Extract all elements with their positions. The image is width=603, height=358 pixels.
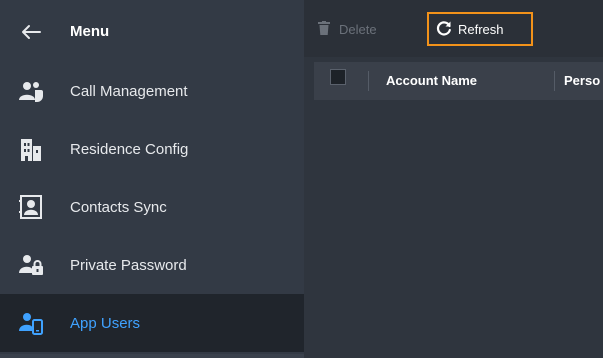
call-users-icon bbox=[18, 79, 44, 105]
main-panel: Delete Refresh Account Name Perso bbox=[304, 0, 603, 358]
sidebar-item-label: App Users bbox=[70, 314, 141, 332]
trash-icon bbox=[318, 20, 330, 38]
refresh-button[interactable]: Refresh bbox=[427, 12, 533, 46]
arrow-left-icon[interactable] bbox=[20, 21, 42, 43]
contact-card-icon bbox=[18, 194, 44, 220]
column-divider bbox=[368, 71, 369, 91]
sidebar: Menu Call Management Residence Config Co… bbox=[0, 0, 304, 358]
sidebar-item-label: Residence Config bbox=[70, 141, 189, 159]
delete-button[interactable]: Delete bbox=[318, 16, 377, 42]
sidebar-item-call-management[interactable]: Call Management bbox=[0, 63, 304, 121]
menu-title: Menu bbox=[70, 23, 110, 40]
column-header-person[interactable]: Perso bbox=[564, 73, 603, 88]
sidebar-item-contacts-sync[interactable]: Contacts Sync bbox=[0, 179, 304, 237]
table-header: Account Name Perso bbox=[314, 62, 603, 100]
column-header-account-name[interactable]: Account Name bbox=[386, 73, 536, 88]
sidebar-item-app-users[interactable]: App Users bbox=[0, 294, 304, 352]
toolbar: Delete Refresh bbox=[304, 0, 603, 57]
building-icon bbox=[18, 137, 44, 163]
user-phone-icon bbox=[18, 310, 44, 336]
menu-header: Menu bbox=[0, 0, 304, 63]
sidebar-item-private-password[interactable]: Private Password bbox=[0, 236, 304, 294]
sidebar-item-residence-config[interactable]: Residence Config bbox=[0, 121, 304, 179]
select-all-checkbox[interactable] bbox=[330, 69, 346, 85]
user-lock-icon bbox=[18, 252, 44, 278]
delete-label: Delete bbox=[339, 21, 377, 37]
sidebar-item-label: Private Password bbox=[70, 256, 187, 274]
refresh-label: Refresh bbox=[458, 21, 504, 37]
sidebar-divider bbox=[0, 354, 304, 358]
column-divider bbox=[554, 71, 555, 91]
table-body bbox=[314, 100, 603, 358]
sidebar-item-label: Contacts Sync bbox=[70, 198, 167, 216]
sidebar-item-label: Call Management bbox=[70, 83, 188, 101]
refresh-icon bbox=[436, 20, 452, 39]
